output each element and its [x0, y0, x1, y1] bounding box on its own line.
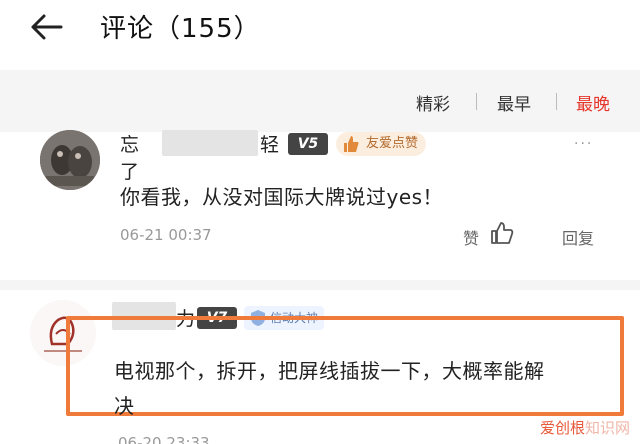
fan-badge-label: 友爱点赞 — [366, 136, 419, 151]
comment-text-continued: 决 — [114, 394, 135, 418]
watermark: 爱创根知识网 — [540, 417, 630, 438]
back-arrow-icon[interactable] — [28, 12, 64, 42]
sort-bar: 精彩 最早 最晚 — [0, 70, 640, 132]
vip-level-badge: V5 — [288, 133, 328, 155]
sort-divider — [476, 93, 477, 110]
fan-badge[interactable]: 友爱点赞 — [336, 132, 427, 156]
reply-button[interactable]: 回复 — [562, 225, 594, 249]
top-bar: 评论（155） — [0, 0, 640, 70]
comment-time: 06-21 00:37 — [120, 226, 212, 244]
page-title: 评论（155） — [100, 14, 261, 44]
author-name-end: 轻 — [260, 134, 280, 156]
sort-tab-latest[interactable]: 最晚 — [576, 90, 610, 115]
blurred-name — [162, 130, 258, 156]
thumbs-up-icon — [344, 136, 359, 152]
sort-tab-earliest[interactable]: 最早 — [497, 90, 531, 115]
like-label[interactable]: 赞 — [463, 225, 479, 249]
comment-text: 你看我，从没对国际大牌说过yes！ — [120, 185, 444, 209]
sort-tab-featured[interactable]: 精彩 — [416, 90, 450, 115]
author-name-start: 忘了 — [120, 134, 140, 183]
watermark-suffix: 知识网 — [584, 419, 630, 437]
comment-time: 06-20 23:33 — [118, 434, 210, 444]
thumbs-up-icon[interactable] — [489, 220, 515, 246]
comment-text: 电视那个，拆开，把屏线插拔一下，大概率能解 — [114, 359, 545, 383]
comment-separator — [0, 280, 640, 290]
more-icon[interactable]: ··· — [574, 136, 593, 152]
sort-divider — [556, 93, 557, 110]
watermark-brand: 爱创根 — [539, 419, 585, 437]
avatar[interactable] — [40, 130, 100, 190]
